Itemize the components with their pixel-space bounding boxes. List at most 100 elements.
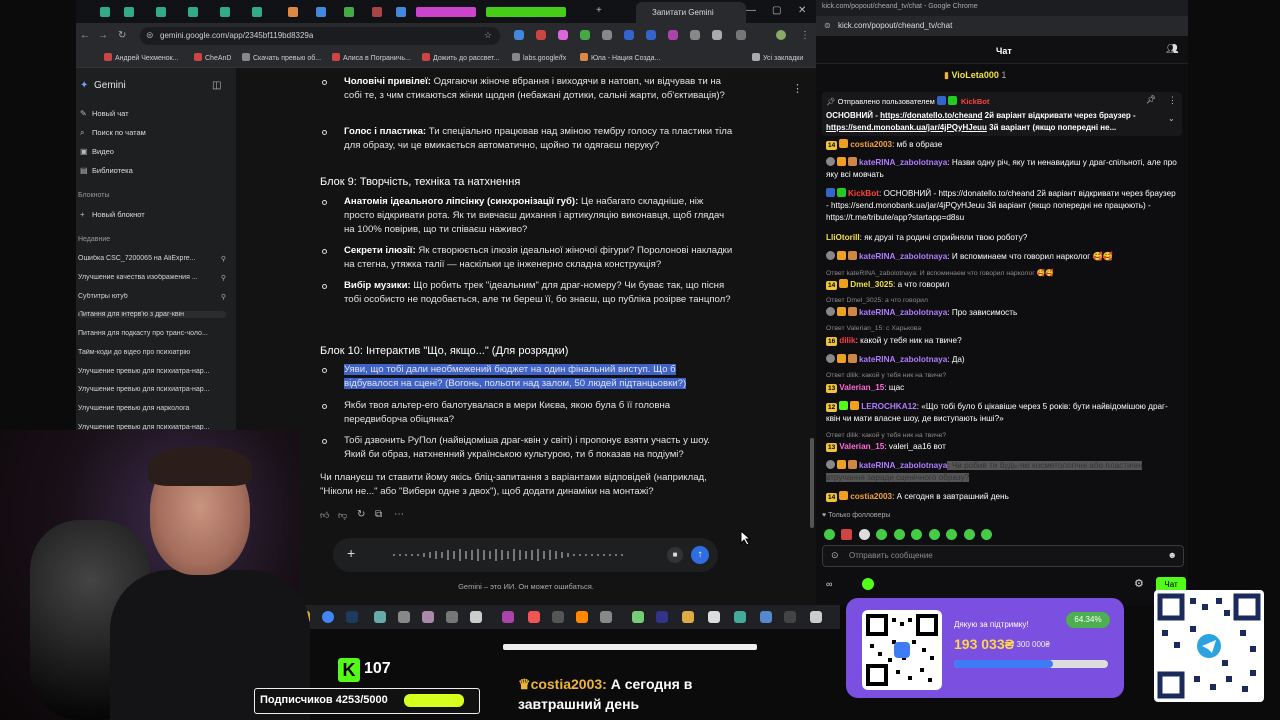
app-icon[interactable] (374, 611, 386, 623)
tab-favicon[interactable] (288, 7, 298, 17)
bookmark-item[interactable]: Дожить до рассвет... (422, 53, 499, 62)
vlc-icon[interactable] (576, 611, 588, 623)
maximize-icon[interactable]: ▢ (772, 5, 781, 16)
chat-message[interactable]: 14 costia2003: мб в образе (826, 139, 1178, 151)
new-chat-button[interactable]: ✎ Новый чат (80, 109, 129, 118)
extension-icon[interactable] (690, 30, 700, 40)
extension-icon[interactable] (602, 30, 612, 40)
tab-active[interactable]: Запитати Gemini (636, 2, 746, 24)
tab-favicon[interactable] (396, 7, 406, 17)
new-tab-icon[interactable]: + (596, 5, 602, 16)
top-gifter[interactable]: ▮ VioLeta000 1 (944, 70, 1006, 81)
history-item-active[interactable]: Питання для інтерв'ю з драг-квін (78, 311, 226, 318)
library-button[interactable]: ▤ Библиотека (80, 166, 133, 175)
pin-icon[interactable]: 📌︎ (1146, 95, 1156, 104)
chat-message[interactable]: kateRINA_zabolotnaya: Про зависимость (826, 307, 1178, 319)
app-icon[interactable] (502, 611, 514, 623)
emote-icon[interactable] (981, 529, 993, 540)
tab-favicon[interactable] (372, 7, 382, 17)
pinned-menu-icon[interactable]: ⋮ (1168, 95, 1177, 106)
chat-message[interactable]: LliOtorill: як друзі та родичі сприйняли… (826, 232, 1178, 244)
chat-message[interactable]: 14 Dmel_3025: а что говорил (826, 279, 1178, 291)
bookmark-item[interactable]: Алиса в Пограничь... (332, 53, 411, 62)
extension-icon[interactable] (624, 30, 634, 40)
tab-favicon[interactable] (316, 7, 326, 17)
kick-icon[interactable] (862, 578, 874, 590)
bookmark-item[interactable]: Юла - Нация Созда... (580, 53, 660, 62)
close-icon[interactable]: ✕ (798, 5, 806, 16)
extension-icon[interactable] (646, 30, 656, 40)
tab-favicon[interactable] (344, 7, 354, 17)
app-icon[interactable] (810, 611, 822, 623)
thumbs-down-icon[interactable]: 👎︎ (338, 510, 347, 521)
tab-favicon[interactable] (124, 7, 134, 17)
gear-icon[interactable]: ⚙ (1134, 577, 1144, 590)
pin-icon[interactable]: ⚲ (221, 293, 226, 300)
extensions-puzzle-icon[interactable] (712, 30, 722, 40)
download-icon[interactable] (736, 30, 746, 40)
chat-message[interactable]: 16 dilik: какой у тебя ник на твиче? (826, 335, 1178, 347)
steam-icon[interactable] (784, 611, 796, 623)
minimize-icon[interactable]: — (746, 5, 756, 16)
chat-message[interactable]: 13 Valerian_15: щас (826, 382, 1178, 394)
discord-icon[interactable] (760, 611, 772, 623)
prompt-composer[interactable]: + ■ ↑ (333, 538, 718, 572)
tab-favicon[interactable] (100, 7, 110, 17)
history-item[interactable]: Субтитры ютуб ⚲ (78, 293, 226, 300)
tab-favicon[interactable] (156, 7, 166, 17)
users-icon[interactable]: 👥︎ (1166, 44, 1179, 55)
emoji-icon[interactable]: ☻ (1168, 550, 1177, 560)
bookmark-item[interactable]: Андрей Чехменок... (104, 53, 179, 62)
bookmark-item[interactable]: labs.google/fx (512, 53, 566, 62)
thumbs-up-icon[interactable]: 👍︎ (320, 510, 329, 521)
extension-icon[interactable] (668, 30, 678, 40)
scrollbar[interactable] (810, 438, 814, 528)
tab-favicons-group[interactable] (486, 7, 566, 17)
chat-message[interactable]: 13 Valerian_15: valeri_aa16 вот (826, 441, 1178, 453)
monobank-link[interactable]: https://send.monobank.ua/jar/4jPQyHJeuu (826, 123, 987, 132)
history-item[interactable]: Улучшение превью для нарколога (78, 405, 226, 412)
all-bookmarks[interactable]: Усі закладки (752, 53, 803, 62)
extension-icon[interactable] (558, 30, 568, 40)
add-attachment-icon[interactable]: + (347, 545, 355, 561)
app-icon[interactable] (682, 611, 694, 623)
app-icon[interactable] (734, 611, 746, 623)
donation-link[interactable]: https://donatello.to/cheand (880, 111, 982, 120)
chat-message-input[interactable]: ⊙ Отправить сообщение ☻ (822, 545, 1184, 567)
emote-icon[interactable] (858, 529, 870, 540)
chrome-icon[interactable] (322, 611, 334, 623)
photoshop-icon[interactable] (346, 611, 358, 623)
app-icon[interactable] (708, 611, 720, 623)
points-icon[interactable]: ∞ (826, 579, 832, 589)
emote-icon[interactable] (876, 529, 888, 540)
more-actions-icon[interactable]: ⋯ (394, 509, 404, 520)
pin-icon[interactable]: ⚲ (221, 274, 226, 281)
chat-message[interactable]: 12 LEROCHKA12: «Що тобі було б цікавіше ч… (826, 401, 1178, 425)
history-item[interactable]: Питання для подкасту про транс-чоло... (78, 330, 226, 337)
history-item[interactable]: Тайм-коди до відео про психіатрію (78, 349, 226, 356)
chat-message[interactable]: 14 costia2003: А сегодня в завтрашний ден… (826, 491, 1178, 503)
chat-message[interactable]: KickBot: ОСНОВНИЙ - https://donatello.to… (826, 188, 1178, 224)
emote-icon[interactable] (911, 529, 923, 540)
history-item[interactable]: Улучшение превью для психиатра-нар... (78, 368, 226, 375)
extension-icon[interactable] (536, 30, 546, 40)
history-item[interactable]: Ошибка CSC_7200065 на AliExpre... ⚲ (78, 255, 226, 262)
copy-icon[interactable]: ⧉ (375, 509, 382, 520)
bookmark-star-icon[interactable]: ☆ (484, 30, 492, 41)
app-icon[interactable] (398, 611, 410, 623)
send-icon[interactable]: ↑ (691, 546, 709, 564)
reply-reference[interactable]: Ответ Dmel_3025: а что говорил (826, 297, 928, 304)
reply-reference[interactable]: Ответ dilik: какой у тебя ник на твиче? (826, 432, 946, 439)
chat-settings-icon[interactable]: ⊙ (831, 550, 839, 561)
forward-icon[interactable]: → (98, 30, 108, 41)
reload-icon[interactable]: ↻ (118, 30, 126, 41)
reply-reference[interactable]: Ответ kateRINA_zabolotnaya: И вспоминаем… (826, 269, 1054, 277)
more-options-icon[interactable]: ⋮ (792, 82, 803, 95)
chat-message[interactable]: kateRINA_zabolotnaya: Да) (826, 354, 1178, 366)
sidebar-toggle-icon[interactable]: ◫ (212, 80, 221, 91)
bookmark-item[interactable]: Скачать превью об... (242, 53, 321, 62)
reply-reference[interactable]: Ответ Valerian_15: с Харькова (826, 325, 921, 332)
bookmark-item[interactable]: CheAnD (194, 53, 231, 62)
new-notebook-button[interactable]: + Новый блокнот (80, 210, 145, 219)
history-item[interactable]: Улучшение превью для психиатра-нар... (78, 386, 226, 393)
